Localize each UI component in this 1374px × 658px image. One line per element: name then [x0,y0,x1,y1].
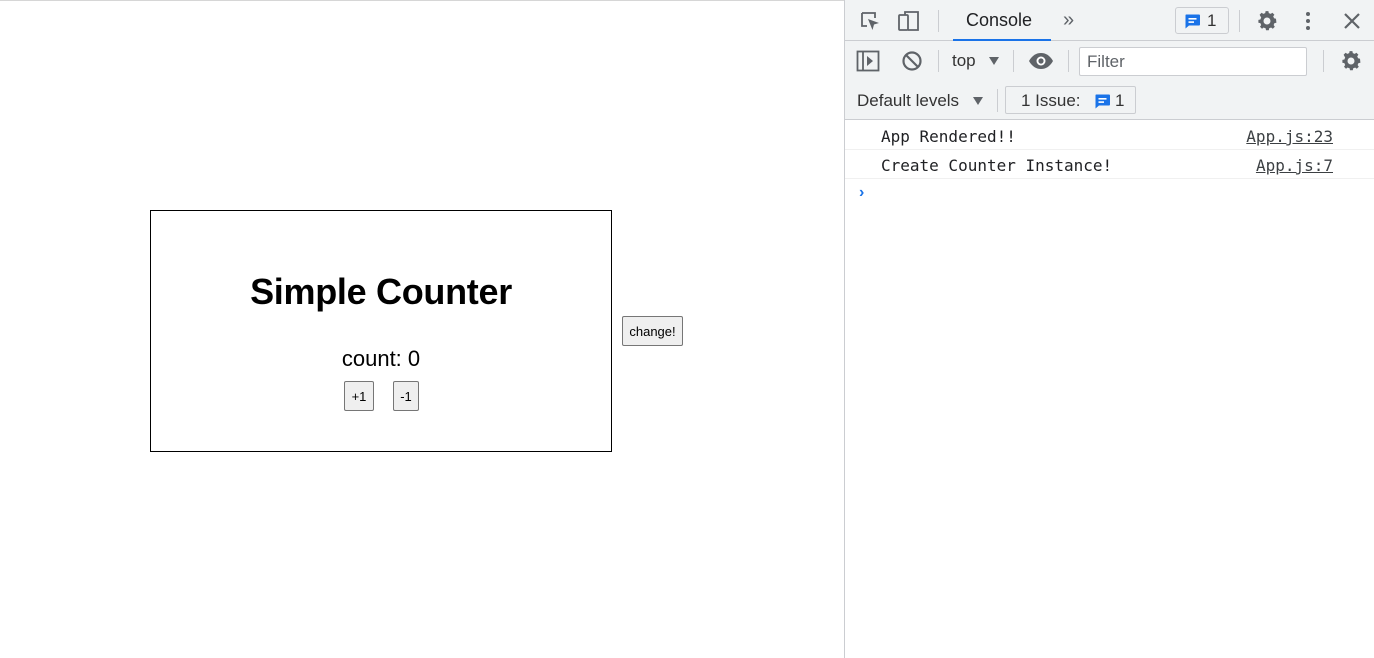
console-settings-gear-icon[interactable] [1339,49,1363,73]
default-levels-dropdown[interactable]: Default levels [857,91,959,111]
change-button[interactable]: change! [622,316,683,346]
tab-separator [1239,10,1240,32]
settings-gear-icon[interactable] [1255,9,1279,33]
clear-console-icon[interactable] [901,50,923,72]
counter-title: Simple Counter [250,271,512,312]
device-toolbar-icon[interactable] [897,9,921,33]
toolbar-separator [1323,50,1324,72]
console-levels-bar: Default levels 1 Issue: 1 [845,81,1374,120]
toolbar-separator [938,50,939,72]
message-icon [1185,14,1200,29]
devtools-panel: Console » 1 top Filter Default levels 1 … [844,0,1374,658]
console-message: Create Counter Instance! App.js:7 [845,150,1374,179]
counter-card: Simple Counter count: 0 +1 -1 [150,210,612,452]
toolbar-separator [997,89,998,112]
sidebar-toggle-icon[interactable] [856,50,880,72]
page-viewport: Simple Counter count: 0 +1 -1 change! [0,0,844,658]
console-prompt-icon[interactable]: › [859,184,864,202]
count-display: count: 0 [341,346,421,371]
increment-button[interactable]: +1 [344,381,374,411]
issues-button-label: 1 Issue: [1021,91,1081,110]
console-message-source-link[interactable]: App.js:7 [1256,156,1333,175]
tab-console[interactable]: Console [953,0,1051,41]
more-tabs-icon[interactable]: » [1063,9,1074,32]
eye-icon[interactable] [1028,52,1054,70]
message-icon [1095,94,1110,109]
toolbar-separator [1013,50,1014,72]
console-message-source-link[interactable]: App.js:23 [1246,127,1333,146]
close-icon[interactable] [1342,11,1362,31]
issues-button-count: 1 [1115,91,1125,110]
issues-button[interactable]: 1 Issue: 1 [1005,86,1136,114]
issues-badge[interactable]: 1 [1175,7,1229,34]
console-toolbar: top [845,41,1374,81]
inspect-element-icon[interactable] [859,10,881,32]
toolbar-separator [1068,50,1069,72]
decrement-button[interactable]: -1 [393,381,419,411]
more-options-icon[interactable] [1300,9,1316,33]
chevron-down-icon[interactable] [988,56,1000,66]
devtools-tab-bar: Console » 1 [845,0,1374,41]
tab-separator [938,10,939,32]
context-selector[interactable]: top [952,51,976,71]
console-message-text: App Rendered!! [881,127,1016,146]
tab-console-label: Console [966,10,1033,30]
filter-input[interactable] [1079,47,1307,76]
issues-badge-count: 1 [1207,11,1217,30]
console-message-text: Create Counter Instance! [881,156,1113,175]
console-output: App Rendered!! App.js:23 Create Counter … [845,121,1374,179]
chevron-down-icon[interactable] [972,96,984,106]
console-message: App Rendered!! App.js:23 [845,121,1374,150]
